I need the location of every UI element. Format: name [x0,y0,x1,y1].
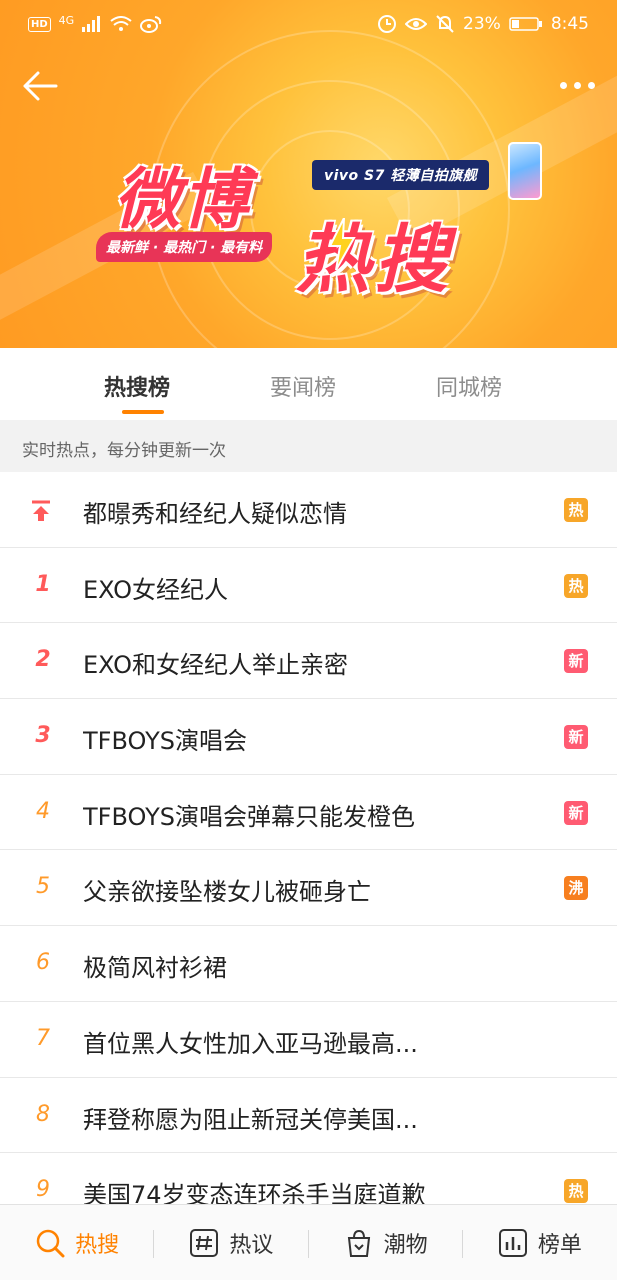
item-title: EXO女经纪人 [83,575,228,604]
nav-label: 潮物 [383,1232,428,1258]
more-button[interactable] [555,70,599,100]
hot-badge: 热 [564,573,588,598]
back-button[interactable] [20,66,60,106]
tab-bar: 热搜榜 要闻榜 同城榜 [0,348,617,420]
nav-label: 榜单 [537,1232,582,1258]
sponsor-badge: vivo S7 轻薄自拍旗舰 [312,160,490,190]
slogan: 最新鲜 · 最热门 · 最有料 [96,232,273,262]
nav-label: 热搜 [75,1232,120,1258]
hot-badge: 热 [564,1179,588,1204]
shopping-bag-icon [347,1229,370,1257]
item-rank: 8 [36,1101,50,1127]
bottom-nav: 热搜 热议 潮物 榜单 [0,1204,617,1280]
logo-title-line2: 热搜 [296,217,452,303]
hd-indicator: HD [28,16,51,32]
item-rank: 1 [35,571,51,597]
item-rank: 5 [36,874,50,900]
list-item[interactable]: 1 EXO女经纪人 热 [0,548,617,624]
phone-icon [508,142,542,200]
battery-icon [509,17,542,31]
logo-title-line1: 微博 [114,161,250,238]
item-title: 拜登称愿为阻止新冠关停美国... [83,1105,418,1134]
hashtag-icon [190,1228,219,1257]
list-item[interactable]: 2 EXO和女经纪人举止亲密 新 [0,623,617,700]
status-bar: HD 4G 23% 8:45 [0,0,617,48]
more-dot-icon [587,81,595,89]
list-item[interactable]: 都暻秀和经纪人疑似恋情 热 [0,472,617,548]
clock: 8:45 [550,14,589,34]
item-title: EXO和女经纪人举止亲密 [83,651,348,680]
item-title: 都暻秀和经纪人疑似恋情 [83,500,347,528]
item-title: TFBOYS演唱会 [83,727,247,756]
tab-local[interactable]: 同城榜 [436,370,502,402]
item-title: TFBOYS演唱会弹幕只能发橙色 [83,802,415,831]
battery-percent: 23% [463,14,501,34]
bar-chart-icon [498,1228,527,1257]
eye-icon [405,18,428,30]
header-banner: HD 4G 23% 8:45 微博 vivo S7 轻薄自拍旗舰 最新鲜 · 最… [0,0,617,348]
item-rank: 4 [36,798,50,824]
wifi-icon [110,16,132,31]
new-badge: 新 [564,725,588,750]
item-title: 首位黑人女性加入亚马逊最高... [83,1029,418,1058]
new-badge: 新 [564,800,588,825]
tab-hot-search[interactable]: 热搜榜 [104,370,170,402]
item-rank: 7 [36,1025,50,1051]
more-dot-icon [573,81,581,89]
item-rank: 9 [36,1177,50,1203]
list-item[interactable]: 6 极简风衬衫裙 [0,926,617,1002]
hot-search-list: 都暻秀和经纪人疑似恋情 热 1 EXO女经纪人 热 2 EXO和女经纪人举止亲密… [0,472,617,1229]
hot-badge: 热 [564,498,588,522]
boiling-badge: 沸 [564,876,588,901]
item-title: 父亲欲接坠楼女儿被砸身亡 [83,878,371,907]
update-hint: 实时热点，每分钟更新一次 [0,420,617,472]
arrow-left-icon [23,71,58,101]
signal-bars-icon [82,16,101,32]
tab-indicator [122,410,164,414]
nav-trends[interactable]: 潮物 [309,1205,463,1280]
item-rank: 2 [35,647,51,673]
nav-rankings[interactable]: 榜单 [463,1205,617,1280]
item-rank: 6 [36,950,50,976]
nav-label: 热议 [229,1232,274,1258]
list-item[interactable]: 5 父亲欲接坠楼女儿被砸身亡 沸 [0,850,617,927]
mute-bell-icon [436,15,454,33]
lightning-icon [328,218,356,270]
new-badge: 新 [564,649,588,674]
list-item[interactable]: 4 TFBOYS演唱会弹幕只能发橙色 新 [0,775,617,851]
nav-discussion[interactable]: 热议 [154,1205,309,1280]
nav-hot-search[interactable]: 热搜 [0,1205,155,1280]
search-icon [36,1229,65,1257]
signal-icon: 4G [58,13,75,27]
list-item[interactable]: 8 拜登称愿为阻止新冠关停美国... [0,1078,617,1154]
weibo-icon [140,16,162,33]
item-title: 极简风衬衫裙 [83,954,227,983]
pin-top-icon [32,500,50,521]
list-item[interactable]: 3 TFBOYS演唱会 新 [0,699,617,775]
more-dot-icon [559,81,567,89]
tab-news[interactable]: 要闻榜 [270,370,336,402]
item-rank: 3 [35,723,51,749]
alarm-icon [378,15,397,33]
list-item[interactable]: 7 首位黑人女性加入亚马逊最高... [0,1002,617,1078]
weibo-hot-search-logo: 微博 vivo S7 轻薄自拍旗舰 最新鲜 · 最热门 · 最有料 热搜 [96,140,546,303]
